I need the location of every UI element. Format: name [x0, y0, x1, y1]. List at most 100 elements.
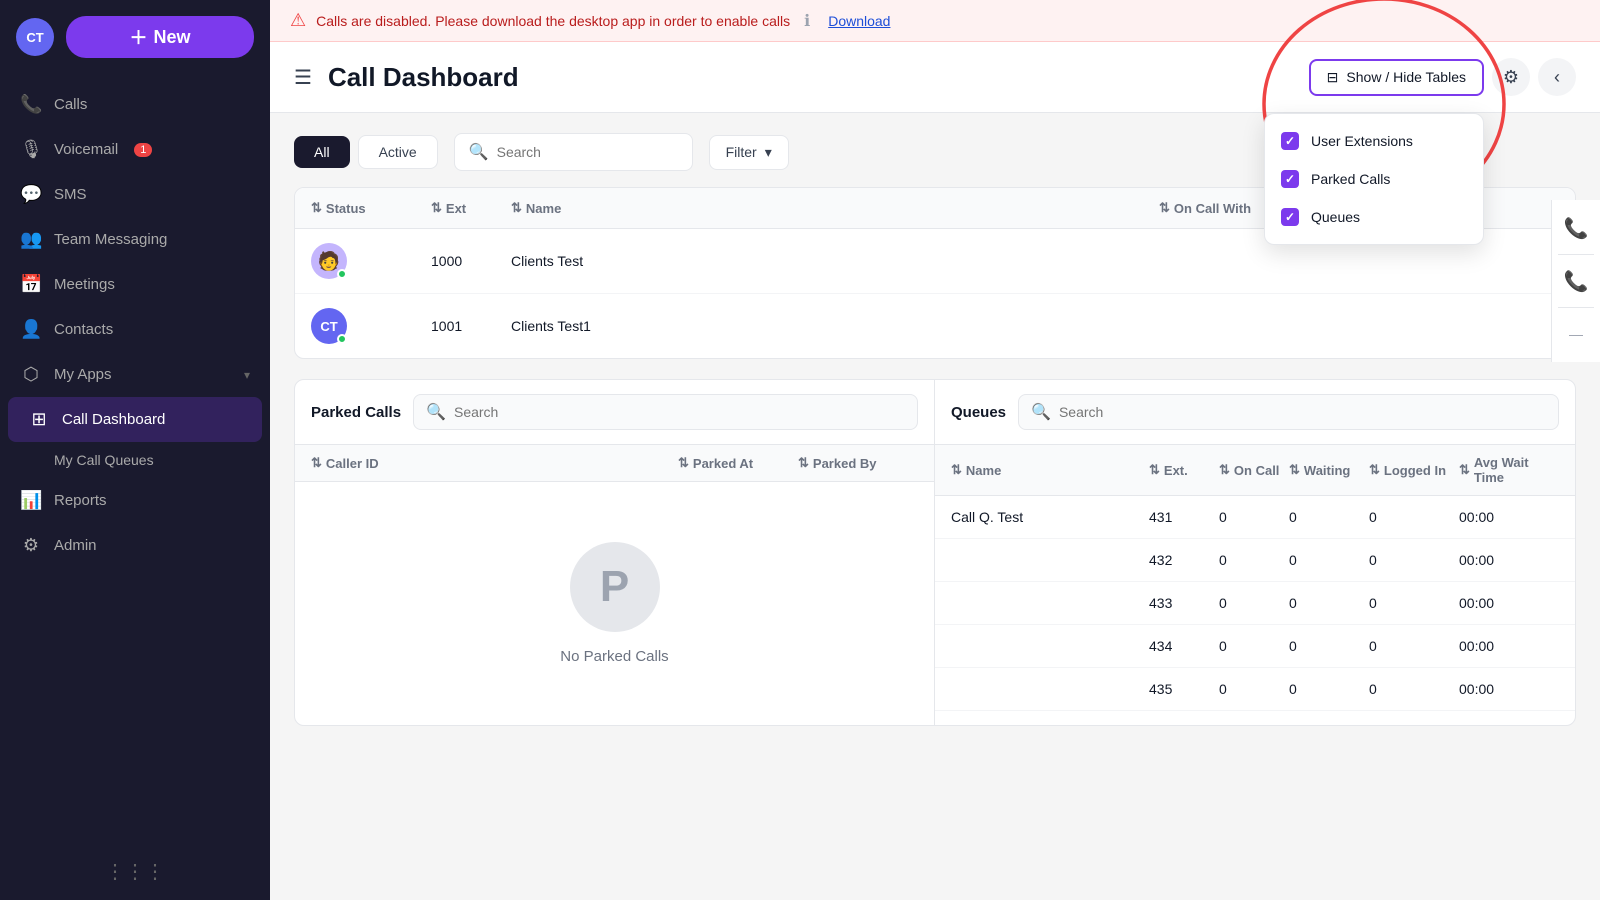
avatar: CT [16, 18, 54, 56]
filter-button[interactable]: Filter ▾ [709, 135, 789, 170]
col-name[interactable]: ⇅ Name [511, 200, 1159, 216]
row-name: Clients Test1 [511, 318, 1159, 334]
sidebar-item-call-dashboard[interactable]: ⊞ Call Dashboard [8, 397, 262, 442]
status-dot-online [337, 334, 347, 344]
phone-icon-2[interactable]: 📞 [1558, 263, 1594, 299]
col-q-avg-wait[interactable]: ⇅ Avg Wait Time [1459, 455, 1559, 485]
row-ext: 1000 [431, 253, 511, 269]
contacts-icon: 👤 [20, 319, 42, 340]
checkbox-queues[interactable] [1281, 208, 1299, 226]
dropdown-item-queues[interactable]: Queues [1265, 198, 1483, 236]
search-input[interactable] [497, 144, 678, 160]
checkbox-user-extensions[interactable] [1281, 132, 1299, 150]
sidebar-label-sms: SMS [54, 186, 87, 203]
download-link[interactable]: Download [828, 13, 890, 29]
q-row-ext: 435 [1149, 681, 1219, 697]
collapse-right-icon[interactable]: — [1558, 316, 1594, 352]
q-row-logged-in: 0 [1369, 681, 1459, 697]
tab-all[interactable]: All [294, 136, 350, 168]
sidebar-bottom: ⋮⋮⋮ [0, 843, 270, 900]
col-parked-by[interactable]: ⇅ Parked By [798, 455, 918, 471]
collapse-button[interactable]: ‹ [1538, 58, 1576, 96]
dropdown-item-parked-calls[interactable]: Parked Calls [1265, 160, 1483, 198]
sidebar-label-voicemail: Voicemail [54, 141, 118, 158]
sidebar-item-reports[interactable]: 📊 Reports [0, 478, 270, 523]
col-q-on-call[interactable]: ⇅ On Call [1219, 455, 1289, 485]
my-apps-icon: ⬡ [20, 364, 42, 385]
col-parked-at[interactable]: ⇅ Parked At [678, 455, 798, 471]
sidebar-item-admin[interactable]: ⚙ Admin [0, 523, 270, 568]
sidebar-label-my-call-queues: My Call Queues [54, 452, 154, 468]
queues-rows: Call Q. Test 431 0 0 0 00:00 432 0 0 0 0… [935, 496, 1575, 711]
col-q-name[interactable]: ⇅ Name [951, 455, 1149, 485]
bottom-section: Parked Calls 🔍 ⇅ Caller ID ⇅ Parked At ⇅… [294, 379, 1576, 726]
sidebar-label-team-messaging: Team Messaging [54, 231, 167, 248]
divider [1558, 254, 1594, 255]
q-row-logged-in: 0 [1369, 638, 1459, 654]
parked-calls-header: Parked Calls 🔍 [295, 380, 934, 445]
settings-icon-button[interactable]: ⚙ [1492, 58, 1530, 96]
chevron-down-icon: ▾ [765, 144, 772, 161]
q-row-avg-wait: 00:00 [1459, 509, 1559, 525]
table-row: 433 0 0 0 00:00 [935, 582, 1575, 625]
parked-calls-search-box: 🔍 [413, 394, 918, 430]
queues-search-input[interactable] [1059, 404, 1546, 420]
sidebar-label-call-dashboard: Call Dashboard [62, 411, 165, 428]
show-hide-tables-button[interactable]: ⊟ Show / Hide Tables [1309, 59, 1484, 96]
status-dot-online [337, 269, 347, 279]
row-ext: 1001 [431, 318, 511, 334]
grid-apps-icon[interactable]: ⋮⋮⋮ [105, 859, 165, 884]
table-grid-icon: ⊟ [1327, 69, 1339, 86]
q-row-waiting: 0 [1289, 552, 1369, 568]
parked-icon: P [570, 542, 660, 632]
show-hide-container: ⊟ Show / Hide Tables User Extensions Par… [1309, 59, 1484, 96]
sidebar-item-voicemail[interactable]: 🎙 Voicemail 1 [0, 127, 270, 172]
q-row-avg-wait: 00:00 [1459, 681, 1559, 697]
call-dashboard-icon: ⊞ [28, 409, 50, 430]
menu-icon[interactable]: ☰ [294, 65, 312, 90]
table-row: 434 0 0 0 00:00 [935, 625, 1575, 668]
q-row-waiting: 0 [1289, 681, 1369, 697]
right-panel-icons: 📞 📞 — [1551, 200, 1600, 362]
table-row: CT 1001 Clients Test1 [295, 294, 1575, 358]
q-row-name: Call Q. Test [951, 509, 1149, 525]
col-caller-id[interactable]: ⇅ Caller ID [311, 455, 678, 471]
parked-calls-panel: Parked Calls 🔍 ⇅ Caller ID ⇅ Parked At ⇅… [295, 380, 935, 725]
dropdown-item-user-extensions[interactable]: User Extensions [1265, 122, 1483, 160]
col-ext[interactable]: ⇅ Ext [431, 200, 511, 216]
queues-search-box: 🔍 [1018, 394, 1559, 430]
voicemail-icon: 🎙 [20, 139, 42, 160]
queues-columns: ⇅ Name ⇅ Ext. ⇅ On Call ⇅ Waiting ⇅ Logg… [935, 445, 1575, 496]
show-hide-label: Show / Hide Tables [1346, 69, 1466, 85]
q-row-on-call: 0 [1219, 595, 1289, 611]
q-row-waiting: 0 [1289, 509, 1369, 525]
sidebar-item-sms[interactable]: 💬 SMS [0, 172, 270, 217]
sidebar-label-admin: Admin [54, 537, 97, 554]
checkbox-parked-calls[interactable] [1281, 170, 1299, 188]
team-messaging-icon: 👥 [20, 229, 42, 250]
q-row-ext: 431 [1149, 509, 1219, 525]
q-row-on-call: 0 [1219, 509, 1289, 525]
sidebar-item-my-apps[interactable]: ⬡ My Apps ▾ [0, 352, 270, 397]
sidebar-item-team-messaging[interactable]: 👥 Team Messaging [0, 217, 270, 262]
sidebar-item-meetings[interactable]: 📅 Meetings [0, 262, 270, 307]
search-icon: 🔍 [469, 142, 489, 162]
col-status[interactable]: ⇅ Status [311, 200, 431, 216]
row-status: 🧑 [311, 243, 431, 279]
sms-icon: 💬 [20, 184, 42, 205]
tab-active[interactable]: Active [358, 135, 438, 169]
main-content: ⚠ Calls are disabled. Please download th… [270, 0, 1600, 900]
col-q-waiting[interactable]: ⇅ Waiting [1289, 455, 1369, 485]
new-button[interactable]: ＋ New [66, 16, 254, 58]
calls-icon: 📞 [20, 94, 42, 115]
sidebar-item-contacts[interactable]: 👤 Contacts [0, 307, 270, 352]
sidebar-item-my-call-queues[interactable]: My Call Queues [0, 442, 270, 478]
q-row-waiting: 0 [1289, 638, 1369, 654]
sidebar: CT ＋ New 📞 Calls 🎙 Voicemail 1 💬 SMS 👥 T… [0, 0, 270, 900]
col-q-ext[interactable]: ⇅ Ext. [1149, 455, 1219, 485]
sidebar-item-calls[interactable]: 📞 Calls [0, 82, 270, 127]
parked-calls-search-input[interactable] [454, 404, 905, 420]
col-q-logged-in[interactable]: ⇅ Logged In [1369, 455, 1459, 485]
phone-icon-1[interactable]: 📞 [1558, 210, 1594, 246]
page-header: ☰ Call Dashboard ⊟ Show / Hide Tables Us… [270, 42, 1600, 113]
